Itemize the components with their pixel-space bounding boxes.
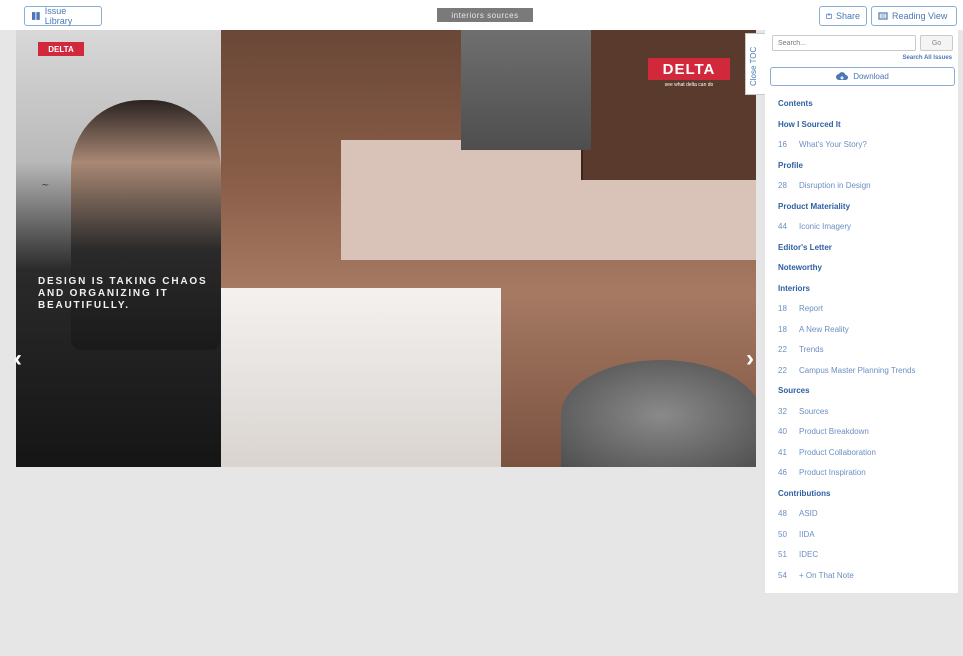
toc-item-title: Sources: [799, 406, 829, 416]
toc-item-page: 22: [778, 345, 787, 354]
left-signature: ~: [41, 180, 50, 191]
share-button[interactable]: Share: [819, 6, 867, 26]
right-page: DELTA see what delta can do: [221, 30, 756, 467]
toc-item-title: Report: [799, 304, 824, 313]
ad-headline: DESIGN IS TAKING CHAOS AND ORGANIZING IT…: [38, 276, 208, 311]
download-button[interactable]: Download: [770, 67, 955, 86]
chevron-right-icon[interactable]: ›: [742, 347, 758, 371]
reading-view-label: Reading View: [892, 11, 948, 21]
toc-item-page: 40: [778, 427, 787, 436]
cloud-download-icon: [836, 71, 849, 80]
advertisement-photo: [71, 100, 221, 350]
toc-item[interactable]: 18 A New Reality: [778, 324, 956, 345]
reading-view-icon: [878, 12, 888, 20]
kitchen-island: [221, 288, 501, 467]
toc-item-title: Iconic Imagery: [799, 222, 852, 231]
right-brand-tagline: see what delta can do: [664, 82, 714, 88]
table-of-contents: Contents How I Sourced It 16 What's Your St…: [778, 98, 956, 590]
magazine-viewer: DELTA ~ DESIGN IS TAKING CHAOS AND ORGAN…: [0, 30, 762, 656]
toc-item[interactable]: 54 + On That Note: [778, 570, 956, 591]
toc-section[interactable]: How I Sourced It: [778, 119, 956, 140]
range-hood: [461, 30, 591, 150]
toc-item-title: ASID: [799, 509, 818, 518]
toc-item-title: A New Reality: [799, 324, 849, 334]
download-label: Download: [853, 72, 889, 81]
toc-item[interactable]: 22 Trends: [778, 344, 956, 365]
search-input[interactable]: [772, 35, 916, 51]
toc-item[interactable]: 22 Campus Master Planning Trends: [778, 365, 956, 386]
reading-view-button[interactable]: Reading View: [871, 6, 957, 26]
toc-item[interactable]: 51 IDEC: [778, 549, 956, 570]
toc-section[interactable]: Editor's Letter: [778, 242, 956, 263]
marble-table: [561, 360, 756, 467]
left-page: DELTA ~ DESIGN IS TAKING CHAOS AND ORGAN…: [16, 30, 221, 467]
book-icon: [31, 12, 40, 20]
toc-item[interactable]: 32 Sources: [778, 406, 956, 427]
toc-item-title: Disruption in Design: [799, 181, 871, 190]
toc-item[interactable]: 41 Product Collaboration: [778, 447, 956, 468]
toc-section[interactable]: Interiors: [778, 283, 956, 304]
toc-item-page: 46: [778, 468, 787, 477]
toc-section[interactable]: Contributions: [778, 488, 956, 509]
toc-item-page: 18: [778, 324, 787, 334]
toc-item-page: 51: [778, 550, 787, 559]
toc-item-page: 44: [778, 222, 787, 231]
toc-item-title: IDEC: [799, 550, 819, 559]
toc-item[interactable]: 16 What's Your Story?: [778, 139, 956, 160]
toc-item[interactable]: 18 Report: [778, 303, 956, 324]
toc-item-page: 22: [778, 365, 787, 375]
chevron-left-icon[interactable]: ‹: [10, 347, 26, 371]
publication-logo: interiors sources: [437, 8, 533, 22]
toc-item-page: 18: [778, 304, 787, 313]
share-label: Share: [835, 11, 860, 21]
toc-item-page: 50: [778, 529, 787, 539]
right-brand-logo: DELTA: [648, 58, 730, 80]
toc-item-title: Product Inspiration: [799, 468, 866, 477]
toc-item-title: Product Collaboration: [799, 447, 876, 457]
toc-sidebar: Go Search All Issues Download ContentsHo…: [765, 30, 958, 593]
toc-item-page: 16: [778, 140, 787, 149]
close-toc-tab[interactable]: Close TOC: [745, 33, 765, 95]
toc-item[interactable]: 46 Product Inspiration: [778, 467, 956, 488]
search-button[interactable]: Go: [920, 35, 953, 51]
toc-section[interactable]: Profile: [778, 160, 956, 181]
toc-item[interactable]: 40 Product Breakdown: [778, 426, 956, 447]
page-spread[interactable]: DELTA ~ DESIGN IS TAKING CHAOS AND ORGAN…: [16, 30, 756, 467]
toc-section[interactable]: Noteworthy: [778, 262, 956, 283]
toc-section[interactable]: Product Materiality: [778, 201, 956, 222]
toc-item-title: + On That Note: [799, 570, 854, 580]
toc-item[interactable]: 48 ASID: [778, 508, 956, 529]
toc-section[interactable]: Contents: [778, 98, 956, 119]
toc-item-title: Trends: [799, 345, 824, 354]
toc-item-page: 28: [778, 181, 787, 190]
toc-item[interactable]: 44 Iconic Imagery: [778, 221, 956, 242]
toc-item-page: 41: [778, 447, 787, 457]
search-all-issues-link[interactable]: Search All Issues: [903, 55, 952, 61]
share-icon: [826, 13, 832, 19]
issue-library-label: Issue Library: [44, 6, 73, 26]
toc-item[interactable]: 28 Disruption in Design: [778, 180, 956, 201]
toc-section[interactable]: Sources: [778, 385, 956, 406]
toc-item-page: 32: [778, 406, 787, 416]
close-toc-label: Close TOC: [749, 46, 758, 86]
kitchen-cabinets: [581, 30, 756, 180]
toc-item-title: Product Breakdown: [799, 427, 869, 436]
top-bar: Issue Library interiors sources Share Re…: [0, 0, 963, 30]
issue-library-button[interactable]: Issue Library: [24, 6, 102, 26]
left-brand-logo: DELTA: [38, 42, 84, 56]
toc-item[interactable]: 50 IIDA: [778, 529, 956, 550]
toc-item-title: Campus Master Planning Trends: [799, 365, 916, 375]
toc-item-title: What's Your Story?: [799, 140, 867, 149]
toc-item-title: IIDA: [799, 529, 815, 539]
toc-item-page: 54: [778, 570, 787, 580]
toc-item-page: 48: [778, 509, 787, 518]
